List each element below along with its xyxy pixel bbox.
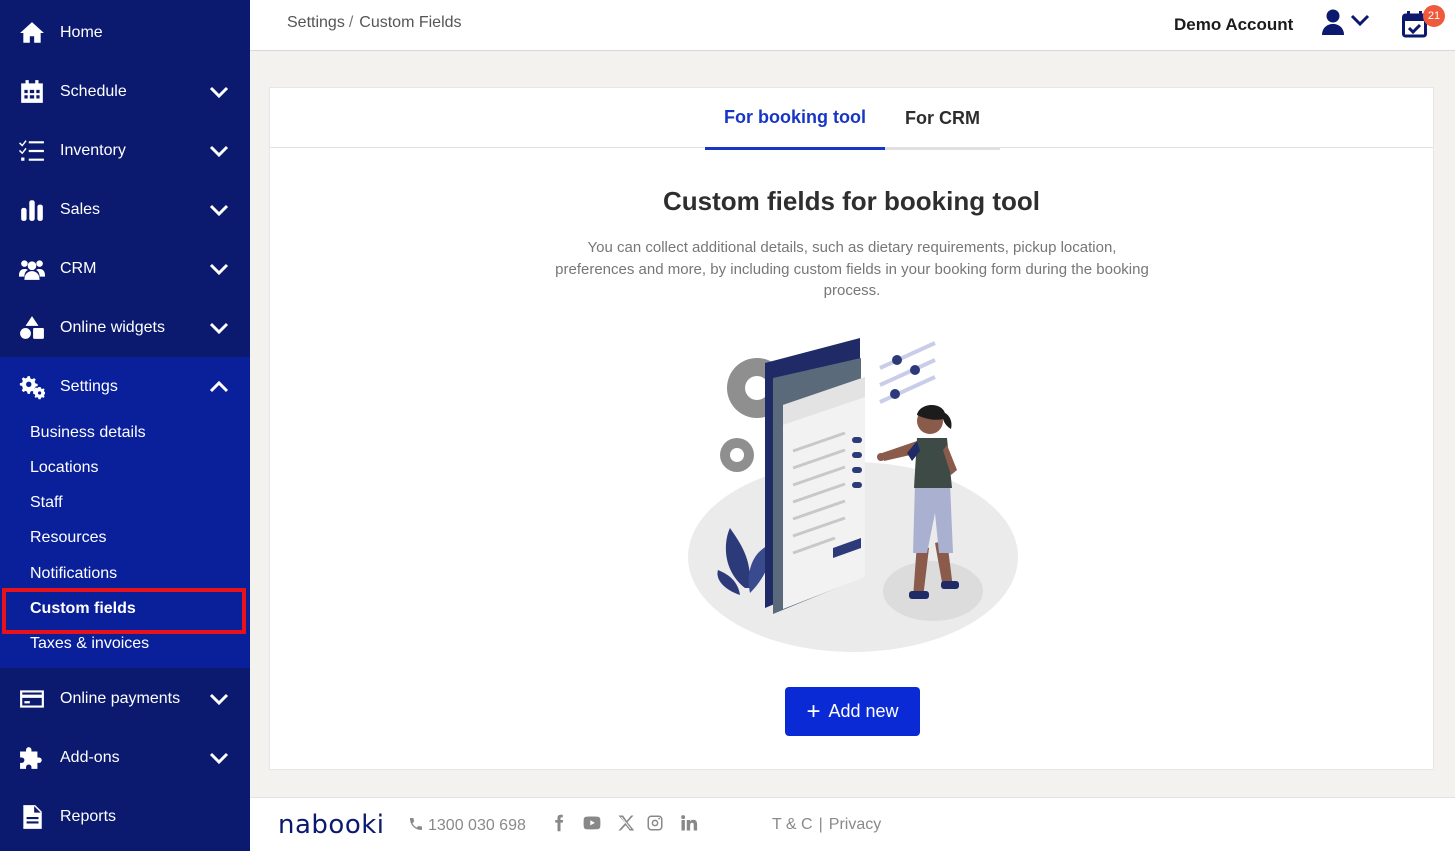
plus-icon: + [806, 697, 821, 725]
facebook-icon[interactable] [550, 814, 570, 834]
tab-for-booking-tool[interactable]: For booking tool [705, 88, 885, 150]
shapes-icon [18, 314, 46, 342]
terms-link[interactable]: T & C [772, 816, 813, 833]
active-item-highlight [2, 588, 246, 634]
credit-card-icon [18, 685, 46, 713]
instagram-icon[interactable] [646, 814, 666, 834]
youtube-icon[interactable] [583, 814, 603, 834]
add-new-button[interactable]: + Add new [785, 687, 920, 736]
submenu-business-details[interactable]: Business details [30, 424, 146, 442]
puzzle-icon [18, 744, 46, 772]
nav-label-settings: Settings [60, 377, 118, 395]
calendar-grid-icon [18, 78, 46, 106]
user-icon [1322, 9, 1370, 35]
nav-online-widgets[interactable]: Online widgets [0, 298, 250, 357]
nav-label-reports: Reports [60, 807, 117, 825]
chevron-down-icon[interactable] [207, 687, 231, 711]
nav-crm[interactable]: CRM [0, 239, 250, 298]
chevron-down-icon[interactable] [207, 746, 231, 770]
bar-chart-icon [18, 196, 46, 224]
nav-label-add-ons: Add-ons [60, 748, 120, 766]
home-icon [18, 19, 46, 47]
footer: nabooki 1300 030 698 T & C | Privacy [250, 797, 1455, 851]
submenu-staff[interactable]: Staff [30, 494, 63, 512]
account-name: Demo Account [1174, 15, 1294, 34]
linkedin-icon[interactable] [680, 814, 700, 834]
chevron-up-icon[interactable] [207, 375, 231, 399]
nav-label-sales: Sales [60, 200, 101, 218]
chevron-down-icon[interactable] [207, 257, 231, 281]
notification-badge: 21 [1423, 5, 1445, 27]
page-title: Custom fields for booking tool [663, 186, 1040, 216]
phone-icon [410, 818, 422, 830]
nav-label-schedule: Schedule [60, 82, 127, 100]
page-description: You can collect additional details, such… [555, 239, 1149, 299]
submenu-taxes-invoices[interactable]: Taxes & invoices [30, 635, 149, 653]
nabooki-logo[interactable]: nabooki [278, 810, 385, 840]
add-new-label: Add new [828, 701, 899, 721]
nav-schedule[interactable]: Schedule [0, 62, 250, 121]
document-icon [18, 803, 46, 831]
breadcrumb-current: Custom Fields [359, 14, 462, 31]
tab-for-crm[interactable]: For CRM [885, 88, 1000, 150]
phone-contact[interactable]: 1300 030 698 [408, 816, 526, 835]
nav-label-home: Home [60, 23, 103, 41]
nav-label-online-widgets: Online widgets [60, 318, 165, 336]
chevron-down-icon[interactable] [207, 198, 231, 222]
nav-sales[interactable]: Sales [0, 180, 250, 239]
user-menu-button[interactable] [1322, 8, 1372, 38]
custom-fields-card: For booking tool For CRM Custom fields f… [269, 87, 1434, 770]
legal-separator: | [818, 816, 823, 833]
breadcrumb-separator: / [348, 14, 354, 31]
privacy-link[interactable]: Privacy [829, 816, 881, 833]
x-twitter-icon[interactable] [617, 814, 637, 834]
nav-home[interactable]: Home [0, 3, 250, 62]
top-bar: Settings / Custom Fields Demo Account 21 [250, 0, 1455, 51]
sidebar: Home Schedule Inventory Sales CRM Online [0, 0, 250, 851]
nav-online-payments[interactable]: Online payments [0, 669, 250, 728]
chevron-down-icon[interactable] [207, 316, 231, 340]
chevron-down-icon[interactable] [207, 80, 231, 104]
breadcrumb: Settings / Custom Fields [287, 14, 462, 32]
checklist-icon [18, 137, 46, 165]
nav-inventory[interactable]: Inventory [0, 121, 250, 180]
submenu-resources[interactable]: Resources [30, 529, 106, 547]
phone-number: 1300 030 698 [428, 817, 526, 834]
nav-reports[interactable]: Reports [0, 787, 250, 846]
breadcrumb-parent[interactable]: Settings [287, 14, 345, 31]
nav-label-crm: CRM [60, 259, 97, 277]
submenu-locations[interactable]: Locations [30, 459, 99, 477]
legal-links: T & C | Privacy [772, 816, 881, 834]
submenu-notifications[interactable]: Notifications [30, 565, 117, 583]
nav-label-inventory: Inventory [60, 141, 126, 159]
nav-add-ons[interactable]: Add-ons [0, 728, 250, 787]
gears-icon [18, 373, 46, 401]
custom-fields-illustration [688, 338, 1018, 652]
nav-settings[interactable]: Settings [0, 357, 250, 416]
users-icon [18, 255, 46, 283]
nav-label-online-payments: Online payments [60, 689, 181, 707]
chevron-down-icon[interactable] [207, 139, 231, 163]
